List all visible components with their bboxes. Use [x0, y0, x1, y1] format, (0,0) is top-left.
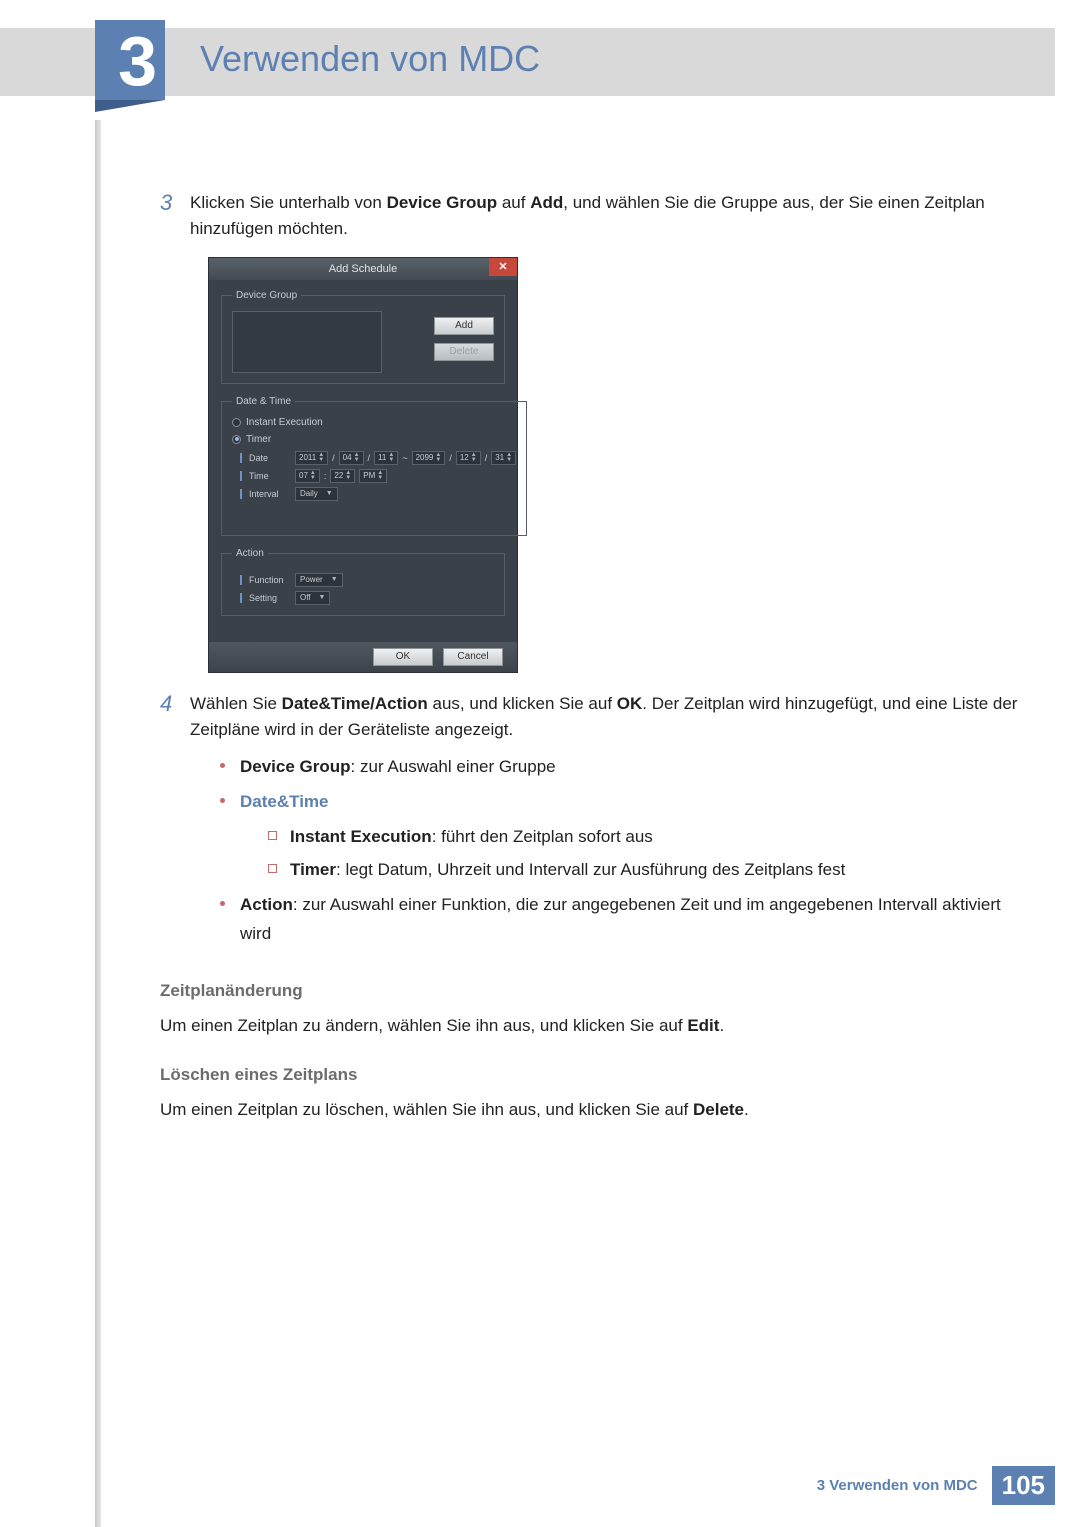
timer-radio[interactable]: Timer: [232, 434, 516, 445]
t: Date&Time/Action: [282, 694, 428, 713]
dialog-body: Device Group Add Delete Date & Time Inst…: [209, 280, 517, 642]
t: Edit: [687, 1016, 719, 1035]
t: aus, und klicken Sie auf: [428, 694, 617, 713]
date-day2[interactable]: 31▲▼: [491, 451, 516, 465]
t: OK: [617, 694, 643, 713]
t: Instant Execution: [290, 827, 432, 846]
footer: 3 Verwenden von MDC 105: [817, 1466, 1055, 1505]
t: : legt Datum, Uhrzeit und Intervall zur …: [336, 860, 845, 879]
t: Device Group: [240, 757, 351, 776]
list-item: Action: zur Auswahl einer Funktion, die …: [220, 891, 1020, 949]
date-row: Date 2011▲▼ / 04▲▼ / 11▲▼ ~ 2099▲▼ / 12▲…: [240, 451, 516, 465]
ok-button[interactable]: OK: [373, 648, 433, 666]
step-3: 3 Klicken Sie unterhalb von Device Group…: [160, 190, 1020, 243]
list-item: Date&Time Instant Execution: führt den Z…: [220, 788, 1020, 885]
dialog-footer: OK Cancel: [209, 642, 517, 672]
add-schedule-dialog: Add Schedule ✕ Device Group Add Delete D…: [208, 257, 518, 673]
time-hour[interactable]: 07▲▼: [295, 469, 320, 483]
device-group-fieldset: Device Group Add Delete: [221, 290, 505, 384]
step-4: 4 Wählen Sie Date&Time/Action aus, und k…: [160, 691, 1020, 955]
function-select[interactable]: Power▼: [295, 573, 343, 587]
radio-label: Instant Execution: [246, 417, 323, 428]
t: Add: [530, 193, 563, 212]
edit-schedule-heading: Zeitplanänderung: [160, 981, 1020, 1001]
dialog-figure: Add Schedule ✕ Device Group Add Delete D…: [208, 257, 1020, 673]
cancel-button[interactable]: Cancel: [443, 648, 503, 666]
t: Timer: [290, 860, 336, 879]
t: Um einen Zeitplan zu ändern, wählen Sie …: [160, 1016, 687, 1035]
t: auf: [497, 193, 530, 212]
setting-label: Setting: [249, 593, 291, 603]
list-item: Timer: legt Datum, Uhrzeit und Intervall…: [268, 856, 1020, 885]
t: Um einen Zeitplan zu löschen, wählen Sie…: [160, 1100, 693, 1119]
device-group-listbox[interactable]: [232, 311, 382, 373]
sub-list: Instant Execution: führt den Zeitplan so…: [268, 823, 1020, 885]
delete-schedule-text: Um einen Zeitplan zu löschen, wählen Sie…: [160, 1097, 1020, 1123]
t: Wählen Sie: [190, 694, 282, 713]
radio-label: Timer: [246, 434, 271, 445]
dialog-titlebar: Add Schedule ✕: [209, 258, 517, 280]
time-row: Time 07▲▼ : 22▲▼ PM▲▼: [240, 469, 516, 483]
date-year1[interactable]: 2011▲▼: [295, 451, 328, 465]
legend: Action: [232, 548, 268, 559]
list-item: Instant Execution: führt den Zeitplan so…: [268, 823, 1020, 852]
time-minute[interactable]: 22▲▼: [330, 469, 355, 483]
legend: Device Group: [232, 290, 301, 301]
delete-button: Delete: [434, 343, 494, 361]
tilde: ~: [402, 453, 407, 463]
dialog-title: Add Schedule: [329, 263, 398, 275]
interval-row: Interval Daily▼: [240, 487, 516, 501]
content: 3 Klicken Sie unterhalb von Device Group…: [160, 190, 1020, 1123]
t: Date&Time: [240, 792, 329, 811]
bullet-list: Device Group: zur Auswahl einer Gruppe D…: [220, 753, 1020, 948]
t: Device Group: [387, 193, 498, 212]
datetime-fieldset: Date & Time Instant Execution Timer Date…: [221, 396, 527, 536]
radio-icon: [232, 418, 241, 427]
t: : zur Auswahl einer Funktion, die zur an…: [240, 895, 1001, 943]
time-label: Time: [249, 471, 291, 481]
setting-row: Setting Off▼: [240, 591, 494, 605]
page-number: 105: [992, 1466, 1055, 1505]
legend: Date & Time: [232, 396, 295, 407]
chapter-badge: 3: [95, 20, 165, 100]
t: Delete: [693, 1100, 744, 1119]
time-ampm[interactable]: PM▲▼: [359, 469, 387, 483]
instant-execution-radio[interactable]: Instant Execution: [232, 417, 516, 428]
t: .: [744, 1100, 749, 1119]
radio-icon: [232, 435, 241, 444]
setting-select[interactable]: Off▼: [295, 591, 330, 605]
t: : zur Auswahl einer Gruppe: [351, 757, 556, 776]
action-fieldset: Action Function Power▼ Setting Off▼: [221, 548, 505, 616]
date-day1[interactable]: 11▲▼: [374, 451, 398, 465]
date-month2[interactable]: 12▲▼: [456, 451, 481, 465]
list-item: Device Group: zur Auswahl einer Gruppe: [220, 753, 1020, 782]
t: Action: [240, 895, 293, 914]
edit-schedule-text: Um einen Zeitplan zu ändern, wählen Sie …: [160, 1013, 1020, 1039]
step-body: Wählen Sie Date&Time/Action aus, und kli…: [190, 691, 1020, 955]
date-label: Date: [249, 453, 291, 463]
interval-label: Interval: [249, 489, 291, 499]
t: : führt den Zeitplan sofort aus: [432, 827, 653, 846]
footer-label: 3 Verwenden von MDC: [817, 1477, 978, 1494]
delete-schedule-heading: Löschen eines Zeitplans: [160, 1065, 1020, 1085]
add-button[interactable]: Add: [434, 317, 494, 335]
step-number: 4: [160, 691, 190, 955]
step-body: Klicken Sie unterhalb von Device Group a…: [190, 190, 1020, 243]
t: Klicken Sie unterhalb von: [190, 193, 387, 212]
date-year2[interactable]: 2099▲▼: [412, 451, 446, 465]
left-stripe: [95, 120, 101, 1527]
function-label: Function: [249, 575, 291, 585]
chapter-title: Verwenden von MDC: [200, 38, 540, 80]
date-month1[interactable]: 04▲▼: [339, 451, 364, 465]
t: .: [719, 1016, 724, 1035]
step-number: 3: [160, 190, 190, 243]
close-icon[interactable]: ✕: [489, 258, 517, 276]
chapter-number: 3: [118, 26, 157, 96]
function-row: Function Power▼: [240, 573, 494, 587]
device-group-buttons: Add Delete: [434, 311, 494, 361]
interval-select[interactable]: Daily▼: [295, 487, 338, 501]
